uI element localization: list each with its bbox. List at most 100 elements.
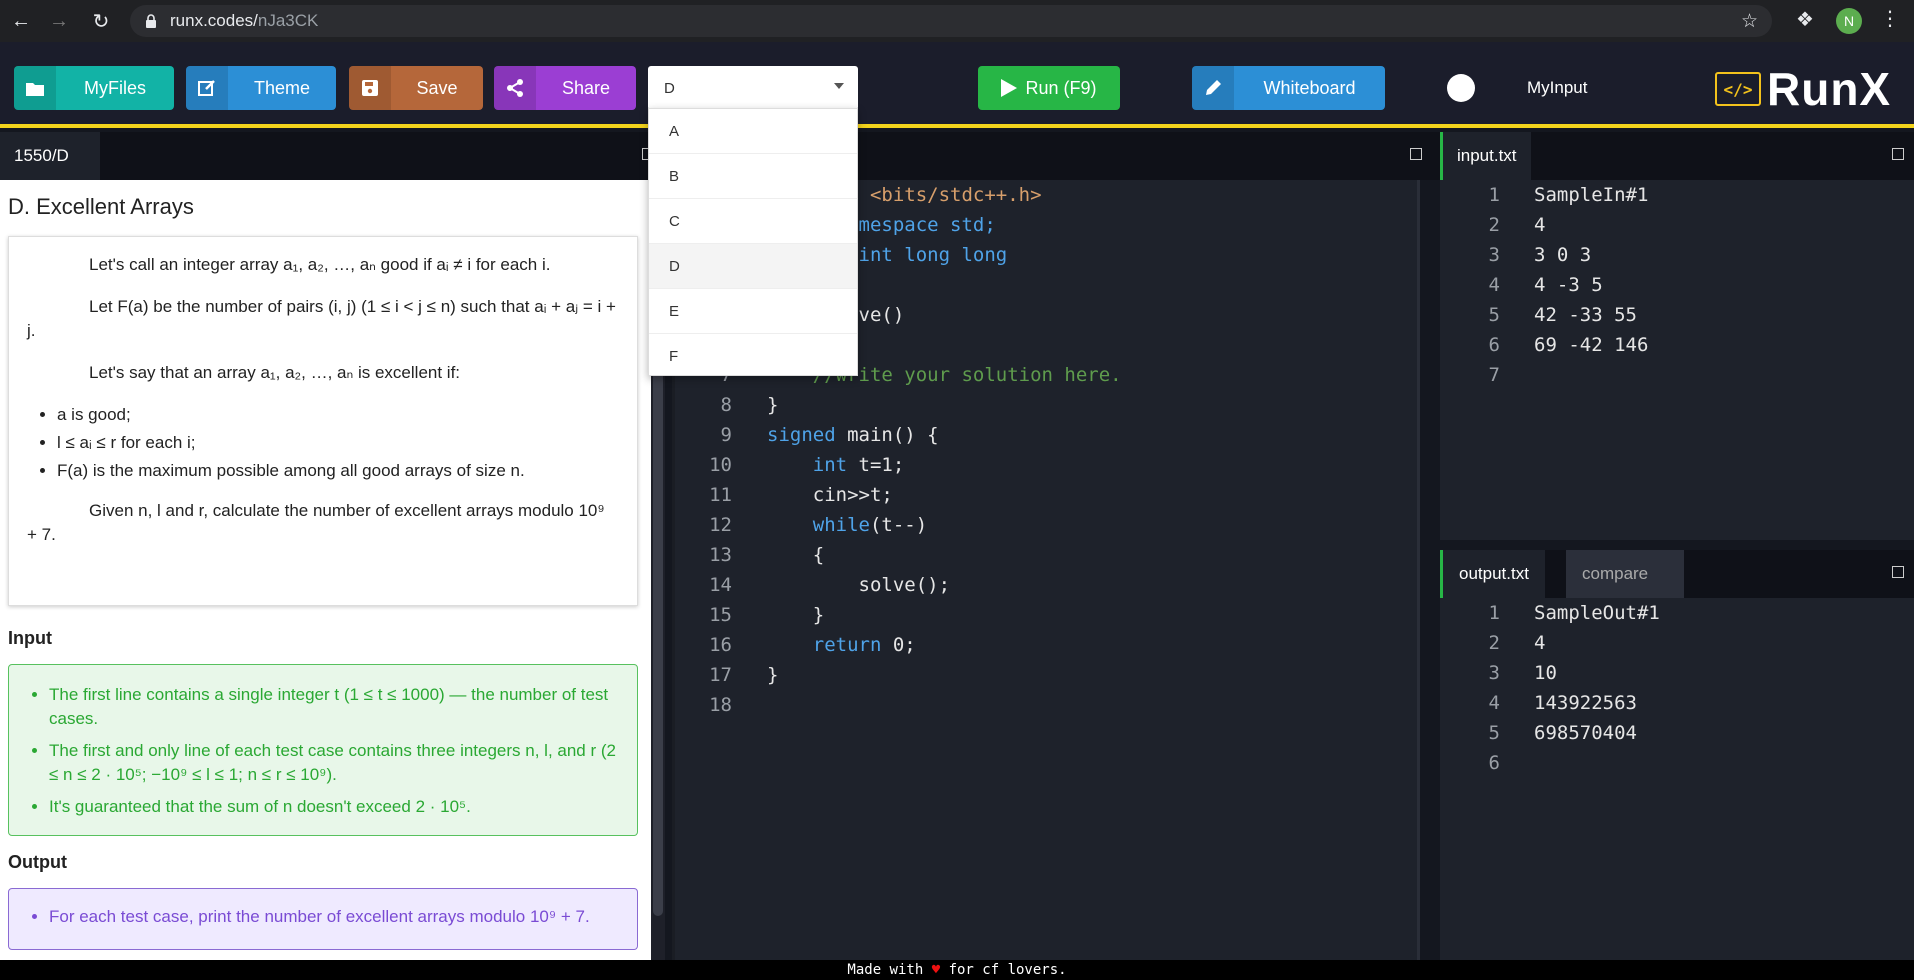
maximize-icon[interactable] — [1892, 148, 1904, 160]
line-number: 4 — [1488, 692, 1500, 714]
editor-scrollbar[interactable] — [1417, 180, 1420, 960]
line-number: 14 — [709, 574, 732, 596]
output-file-pane[interactable]: output.txt compare 1 SampleOut#1 2 4 3 10 4 143… — [1440, 550, 1914, 960]
problem-tabbar: 1550/D — [0, 132, 660, 180]
line-number: 12 — [709, 514, 732, 536]
line-number: 15 — [709, 604, 732, 626]
output-spec-box: For each test case, print the number of … — [8, 888, 638, 950]
file-line: 4 -3 5 — [1534, 274, 1603, 296]
legend-box: Let's call an integer array a₁, a₂, …, a… — [8, 236, 638, 606]
myfiles-label: MyFiles — [84, 77, 146, 98]
run-button[interactable]: Run (F9) — [978, 66, 1120, 110]
list-item: F(a) is the maximum possible among all g… — [57, 459, 619, 483]
whiteboard-label: Whiteboard — [1263, 77, 1356, 98]
code-line: { — [767, 544, 825, 566]
input-tabbar: input.txt — [1440, 132, 1914, 180]
extensions-icon[interactable]: ❖ — [1796, 7, 1814, 32]
code-icon: </> — [1715, 72, 1761, 106]
forward-icon[interactable]: → — [42, 4, 76, 38]
code-line: } — [767, 394, 779, 416]
line-number: 1 — [1488, 184, 1500, 206]
statement-paragraph: Let's call an integer array a₁, a₂, …, a… — [89, 255, 551, 274]
profile-avatar[interactable]: N — [1836, 8, 1862, 34]
theme-label: Theme — [253, 77, 311, 98]
browser-bar: ← → ↻ runx.codes/nJa3CK ☆ ❖ N ⋮ — [0, 0, 1914, 42]
maximize-icon[interactable] — [1892, 566, 1904, 578]
line-number: 3 — [1488, 662, 1500, 684]
line-number: 4 — [1488, 274, 1500, 296]
line-number: 16 — [709, 634, 732, 656]
run-label: Run (F9) — [1025, 77, 1097, 98]
file-line: 3 0 3 — [1534, 244, 1592, 266]
myinput-label: MyInput — [1527, 78, 1588, 97]
file-line: 4 — [1534, 214, 1546, 236]
floppy-icon — [349, 66, 391, 110]
whiteboard-button[interactable]: Whiteboard — [1192, 66, 1385, 110]
play-icon — [1001, 79, 1018, 97]
dropdown-option[interactable]: A — [649, 109, 857, 154]
code-line: } — [767, 664, 779, 686]
problem-title: D. Excellent Arrays — [8, 194, 194, 219]
input-spec-box: The first line contains a single integer… — [8, 664, 638, 836]
file-line: 10 — [1534, 662, 1557, 684]
line-number: 3 — [1488, 244, 1500, 266]
code-line: return 0; — [812, 634, 916, 656]
problem-select[interactable]: D — [648, 66, 858, 110]
file-line: 69 -42 146 — [1534, 334, 1649, 356]
list-item: It's guaranteed that the sum of n doesn'… — [49, 795, 621, 819]
tab-input[interactable]: input.txt — [1440, 132, 1531, 180]
tab-compare[interactable]: compare — [1566, 550, 1684, 598]
save-label: Save — [416, 77, 458, 98]
code-line: signed main() { — [767, 424, 939, 446]
line-number: 9 — [720, 424, 732, 446]
tab-output[interactable]: output.txt — [1440, 550, 1545, 598]
code-line: int t=1; — [812, 454, 905, 476]
tab-problem[interactable]: 1550/D — [0, 132, 100, 180]
file-line: 42 -33 55 — [1534, 304, 1637, 326]
footer: Made with ♥ for cf lovers. — [0, 960, 1914, 980]
list-item: For each test case, print the number of … — [49, 907, 621, 927]
footer-text: for cf lovers. — [940, 962, 1067, 978]
list-item: a is good; — [57, 403, 619, 427]
list-item: The first and only line of each test cas… — [49, 739, 621, 787]
address-bar[interactable]: runx.codes/nJa3CK ☆ — [130, 5, 1772, 37]
line-number: 7 — [1488, 364, 1500, 386]
maximize-icon[interactable] — [1410, 148, 1422, 160]
dropdown-option[interactable]: F — [649, 334, 857, 379]
file-line: 143922563 — [1534, 692, 1637, 714]
browser-menu-icon[interactable]: ⋮ — [1880, 6, 1900, 31]
pencil-icon — [1192, 66, 1234, 110]
edit-icon — [186, 66, 228, 110]
file-line: SampleOut#1 — [1534, 602, 1660, 624]
bookmark-star-icon[interactable]: ☆ — [1741, 10, 1758, 33]
share-button[interactable]: Share — [494, 66, 636, 110]
dropdown-option[interactable]: C — [649, 199, 857, 244]
problem-dropdown-list: A B C D E F — [648, 108, 858, 376]
line-number: 18 — [709, 694, 732, 716]
myfiles-button[interactable]: MyFiles — [14, 66, 174, 110]
folder-icon — [14, 66, 56, 110]
input-file-pane[interactable]: 1 SampleIn#1 2 4 3 3 0 3 4 4 -3 5 5 42 -33 55 6 69 … — [1440, 180, 1914, 540]
myinput-toggle[interactable] — [1447, 74, 1475, 102]
line-number: 6 — [1488, 752, 1500, 774]
list-item: l ≤ aᵢ ≤ r for each i; — [57, 431, 619, 455]
code-line: while(t--) — [812, 514, 928, 536]
dropdown-option-selected[interactable]: D — [649, 244, 857, 289]
line-number: 11 — [709, 484, 732, 506]
code-line: } — [767, 604, 825, 626]
statement-paragraph: Given n, l and r, calculate the number o… — [27, 501, 605, 544]
file-line: SampleIn#1 — [1534, 184, 1649, 206]
dropdown-option[interactable]: E — [649, 289, 857, 334]
save-button[interactable]: Save — [349, 66, 483, 110]
dropdown-option[interactable]: B — [649, 154, 857, 199]
file-line: 698570404 — [1534, 722, 1637, 744]
line-number: 2 — [1488, 214, 1500, 236]
reload-icon[interactable]: ↻ — [84, 4, 118, 38]
heart-icon: ♥ — [931, 962, 941, 978]
line-number: 8 — [720, 394, 732, 416]
share-label: Share — [561, 77, 611, 98]
theme-button[interactable]: Theme — [186, 66, 336, 110]
line-number: 5 — [1488, 722, 1500, 744]
problem-statement-pane: D. Excellent Arrays Let's call an intege… — [0, 180, 660, 960]
back-icon[interactable]: ← — [4, 4, 38, 38]
